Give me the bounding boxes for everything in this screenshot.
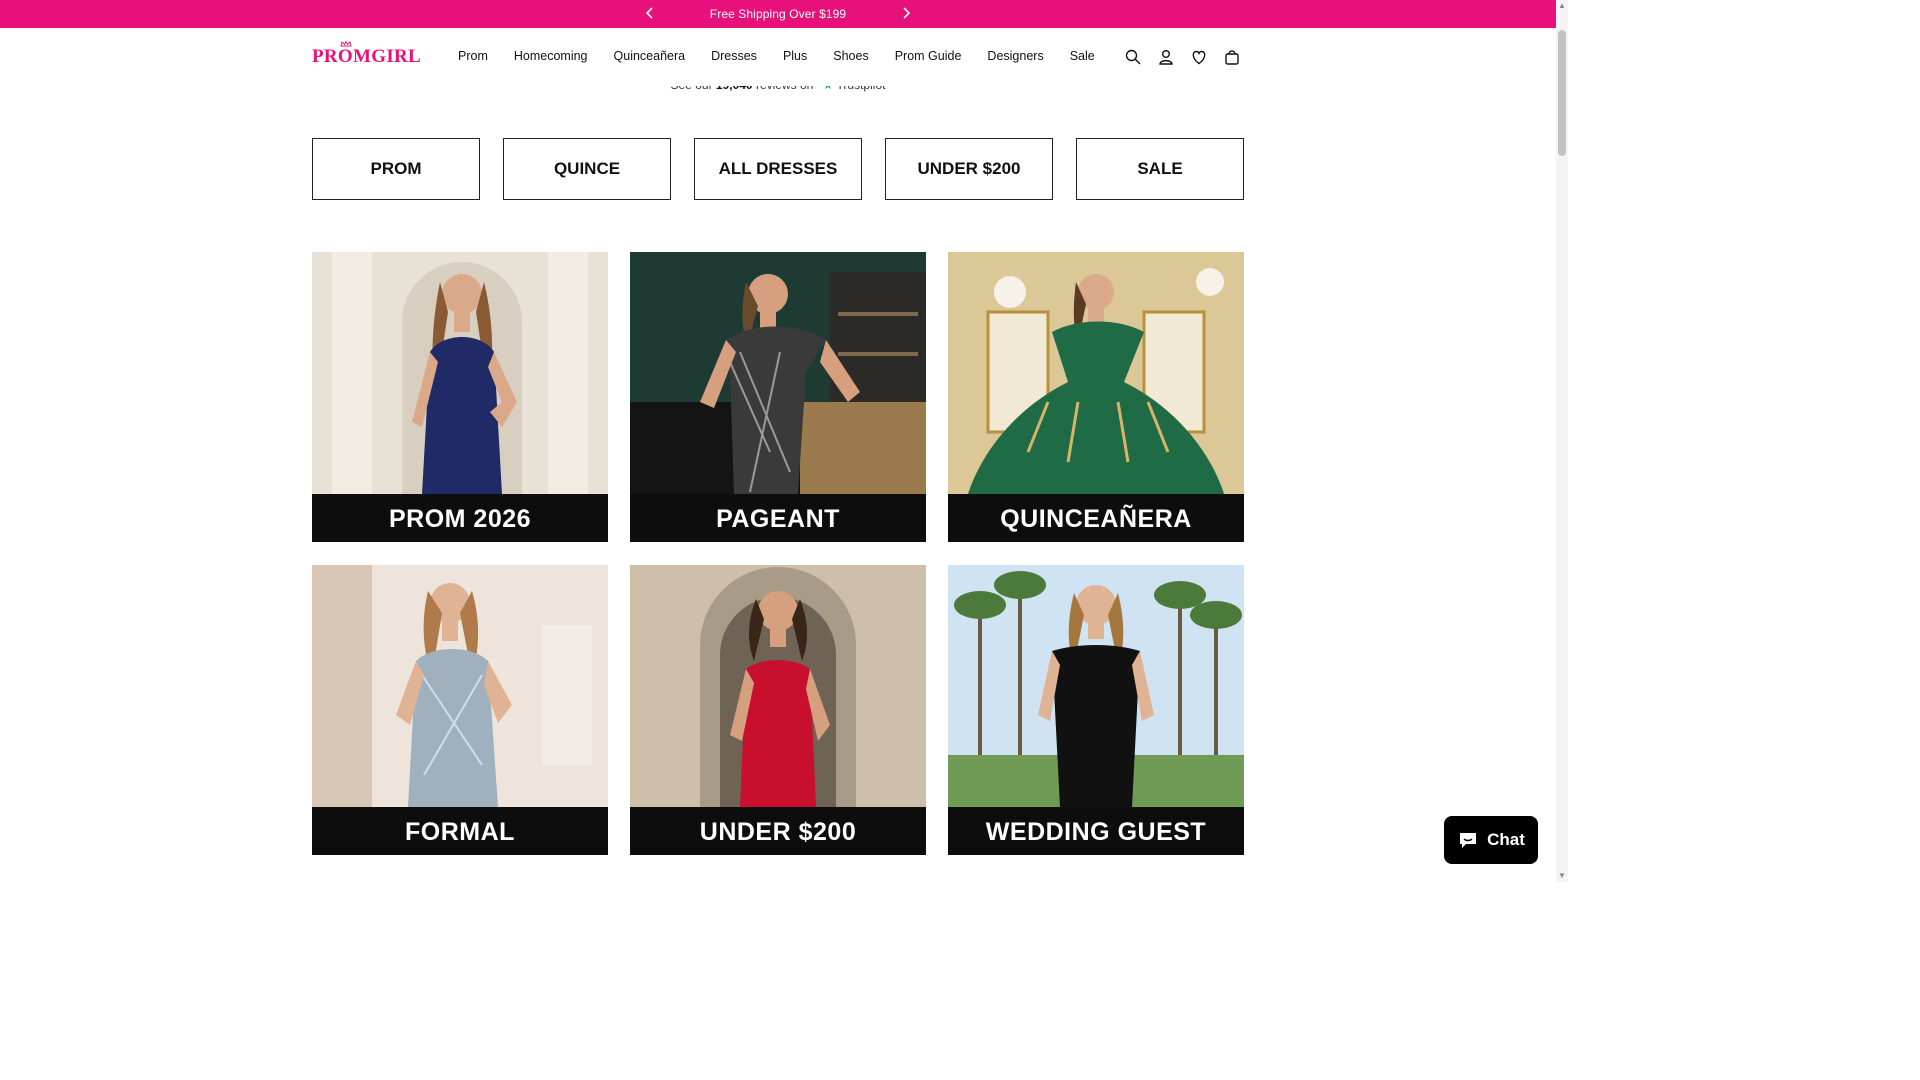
tile-label: UNDER $200 xyxy=(630,807,926,855)
scroll-down-icon[interactable]: ▼ xyxy=(1558,872,1566,880)
announcement-text: Free Shipping Over $199 xyxy=(709,7,847,21)
prom-2026-photo xyxy=(312,252,608,494)
tile-label: QUINCEAÑERA xyxy=(948,494,1244,542)
logo-text: PROMGIRL xyxy=(312,46,422,67)
chat-button[interactable]: Chat xyxy=(1444,816,1538,864)
wedding-guest-photo xyxy=(948,565,1244,807)
category-quince-button[interactable]: QUINCE xyxy=(503,138,671,200)
tile-quinceanera[interactable]: QUINCEAÑERA xyxy=(948,252,1244,542)
quinceanera-photo xyxy=(948,252,1244,494)
nav-dresses[interactable]: Dresses xyxy=(711,49,757,65)
chevron-right-icon[interactable] xyxy=(898,5,914,21)
formal-photo xyxy=(312,565,608,807)
nav-sale[interactable]: Sale xyxy=(1070,49,1095,65)
category-buttons: PROM QUINCE ALL DRESSES UNDER $200 SALE xyxy=(312,138,1244,200)
chat-bubble-icon xyxy=(1460,833,1477,848)
tile-under-200[interactable]: UNDER $200 xyxy=(630,565,926,855)
search-icon[interactable] xyxy=(1124,48,1142,66)
tile-label: PAGEANT xyxy=(630,494,926,542)
under-200-photo xyxy=(630,565,926,807)
scrollbar-thumb[interactable] xyxy=(1558,30,1566,156)
wishlist-icon[interactable] xyxy=(1190,48,1208,66)
cart-icon[interactable] xyxy=(1223,48,1241,66)
tile-pageant[interactable]: PAGEANT xyxy=(630,252,926,542)
main-nav: Prom Homecoming Quinceañera Dresses Plus… xyxy=(458,49,1121,65)
promgirl-logo[interactable]: PROMGIRL xyxy=(312,41,422,70)
category-prom-button[interactable]: PROM xyxy=(312,138,480,200)
chat-label: Chat xyxy=(1487,830,1525,849)
nav-homecoming[interactable]: Homecoming xyxy=(514,49,588,65)
category-under-200-button[interactable]: UNDER $200 xyxy=(885,138,1053,200)
tile-prom-2026[interactable]: PROM 2026 xyxy=(312,252,608,542)
scroll-up-icon[interactable]: ▲ xyxy=(1558,2,1566,10)
page-scrollbar[interactable]: ▲ ▼ xyxy=(1556,0,1568,882)
site-header: PROMGIRL Prom Homecoming Quinceañera Dre… xyxy=(0,28,1556,86)
category-all-dresses-button[interactable]: ALL DRESSES xyxy=(694,138,862,200)
announcement-bar: Free Shipping Over $199 xyxy=(0,0,1556,28)
nav-quinceanera[interactable]: Quinceañera xyxy=(614,49,686,65)
category-sale-button[interactable]: SALE xyxy=(1076,138,1244,200)
tile-formal[interactable]: FORMAL xyxy=(312,565,608,855)
tile-label: FORMAL xyxy=(312,807,608,855)
nav-prom-guide[interactable]: Prom Guide xyxy=(895,49,962,65)
nav-plus[interactable]: Plus xyxy=(783,49,807,65)
account-icon[interactable] xyxy=(1157,48,1175,66)
tile-wedding-guest[interactable]: WEDDING GUEST xyxy=(948,565,1244,855)
tile-label: PROM 2026 xyxy=(312,494,608,542)
nav-designers[interactable]: Designers xyxy=(987,49,1043,65)
tile-label: WEDDING GUEST xyxy=(948,807,1244,855)
nav-shoes[interactable]: Shoes xyxy=(833,49,868,65)
header-icons xyxy=(1124,48,1241,66)
nav-prom[interactable]: Prom xyxy=(458,49,488,65)
pageant-photo xyxy=(630,252,926,494)
